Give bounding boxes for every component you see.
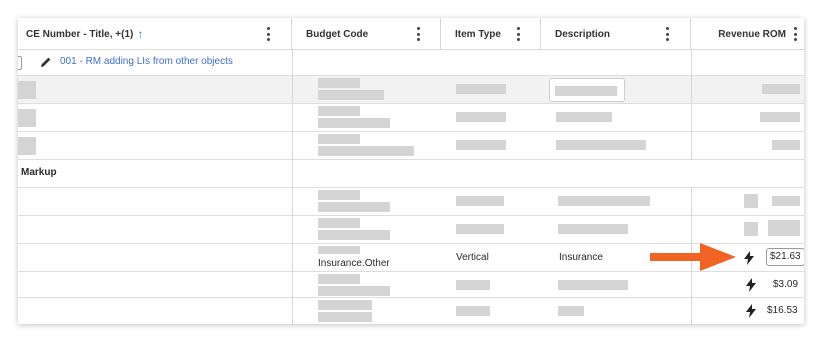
column-header-label: Budget Code [306,28,369,40]
table-row[interactable]: $3.09 [18,272,804,298]
description-value: Insurance [559,252,603,263]
kebab-menu-icon[interactable] [516,27,520,41]
kebab-menu-icon[interactable] [416,27,420,41]
kebab-menu-icon[interactable] [266,27,270,41]
column-header-revenue-rom[interactable]: Revenue ROM [691,18,804,50]
arrow-up-icon[interactable]: ↑ [137,27,143,41]
row-checkbox[interactable] [18,56,22,70]
column-header-item-type[interactable]: Item Type [441,18,541,50]
table-header: CE Number - Title, +(1) ↑ Budget Code It… [18,18,804,50]
revenue-rom-value: $16.53 [767,305,798,316]
column-header-label: Revenue ROM [718,28,786,40]
table-row[interactable] [18,132,804,160]
table-row[interactable] [18,188,804,216]
revenue-rom-input[interactable]: $21.63 [766,248,804,266]
column-header-label: CE Number - Title, +(1) [26,28,134,40]
pencil-icon[interactable] [40,56,52,68]
kebab-menu-icon[interactable] [793,27,797,41]
column-header-budget-code[interactable]: Budget Code [292,18,441,50]
column-header-label: Description [555,28,611,40]
group-title-link[interactable]: 001 - RM adding LIs from other objects [60,56,233,67]
orange-arrow-icon [650,243,736,271]
lightning-bolt-icon[interactable] [746,278,756,292]
table-row[interactable] [18,104,804,132]
item-type-value: Vertical [456,252,489,263]
table-row[interactable] [18,216,804,244]
table-row[interactable] [18,76,804,104]
revenue-rom-value: $3.09 [773,279,799,290]
budget-line-items-table: CE Number - Title, +(1) ↑ Budget Code It… [18,18,804,324]
table-row[interactable]: $16.53 [18,298,804,324]
lightning-bolt-icon[interactable] [746,304,756,318]
section-row: Markup [18,160,804,188]
budget-code-value: Insurance.Other [318,258,390,269]
column-header-description[interactable]: Description [541,18,691,50]
kebab-menu-icon[interactable] [665,27,669,41]
description-input[interactable] [549,78,625,102]
section-title: Markup [21,167,57,178]
column-header-ce-number[interactable]: CE Number - Title, +(1) ↑ [18,18,292,50]
lightning-bolt-icon[interactable] [744,251,754,265]
column-header-label: Item Type [455,28,501,40]
group-row[interactable]: 001 - RM adding LIs from other objects [18,50,804,76]
table-row[interactable]: Insurance.Other Vertical Insurance $21.6… [18,243,804,272]
